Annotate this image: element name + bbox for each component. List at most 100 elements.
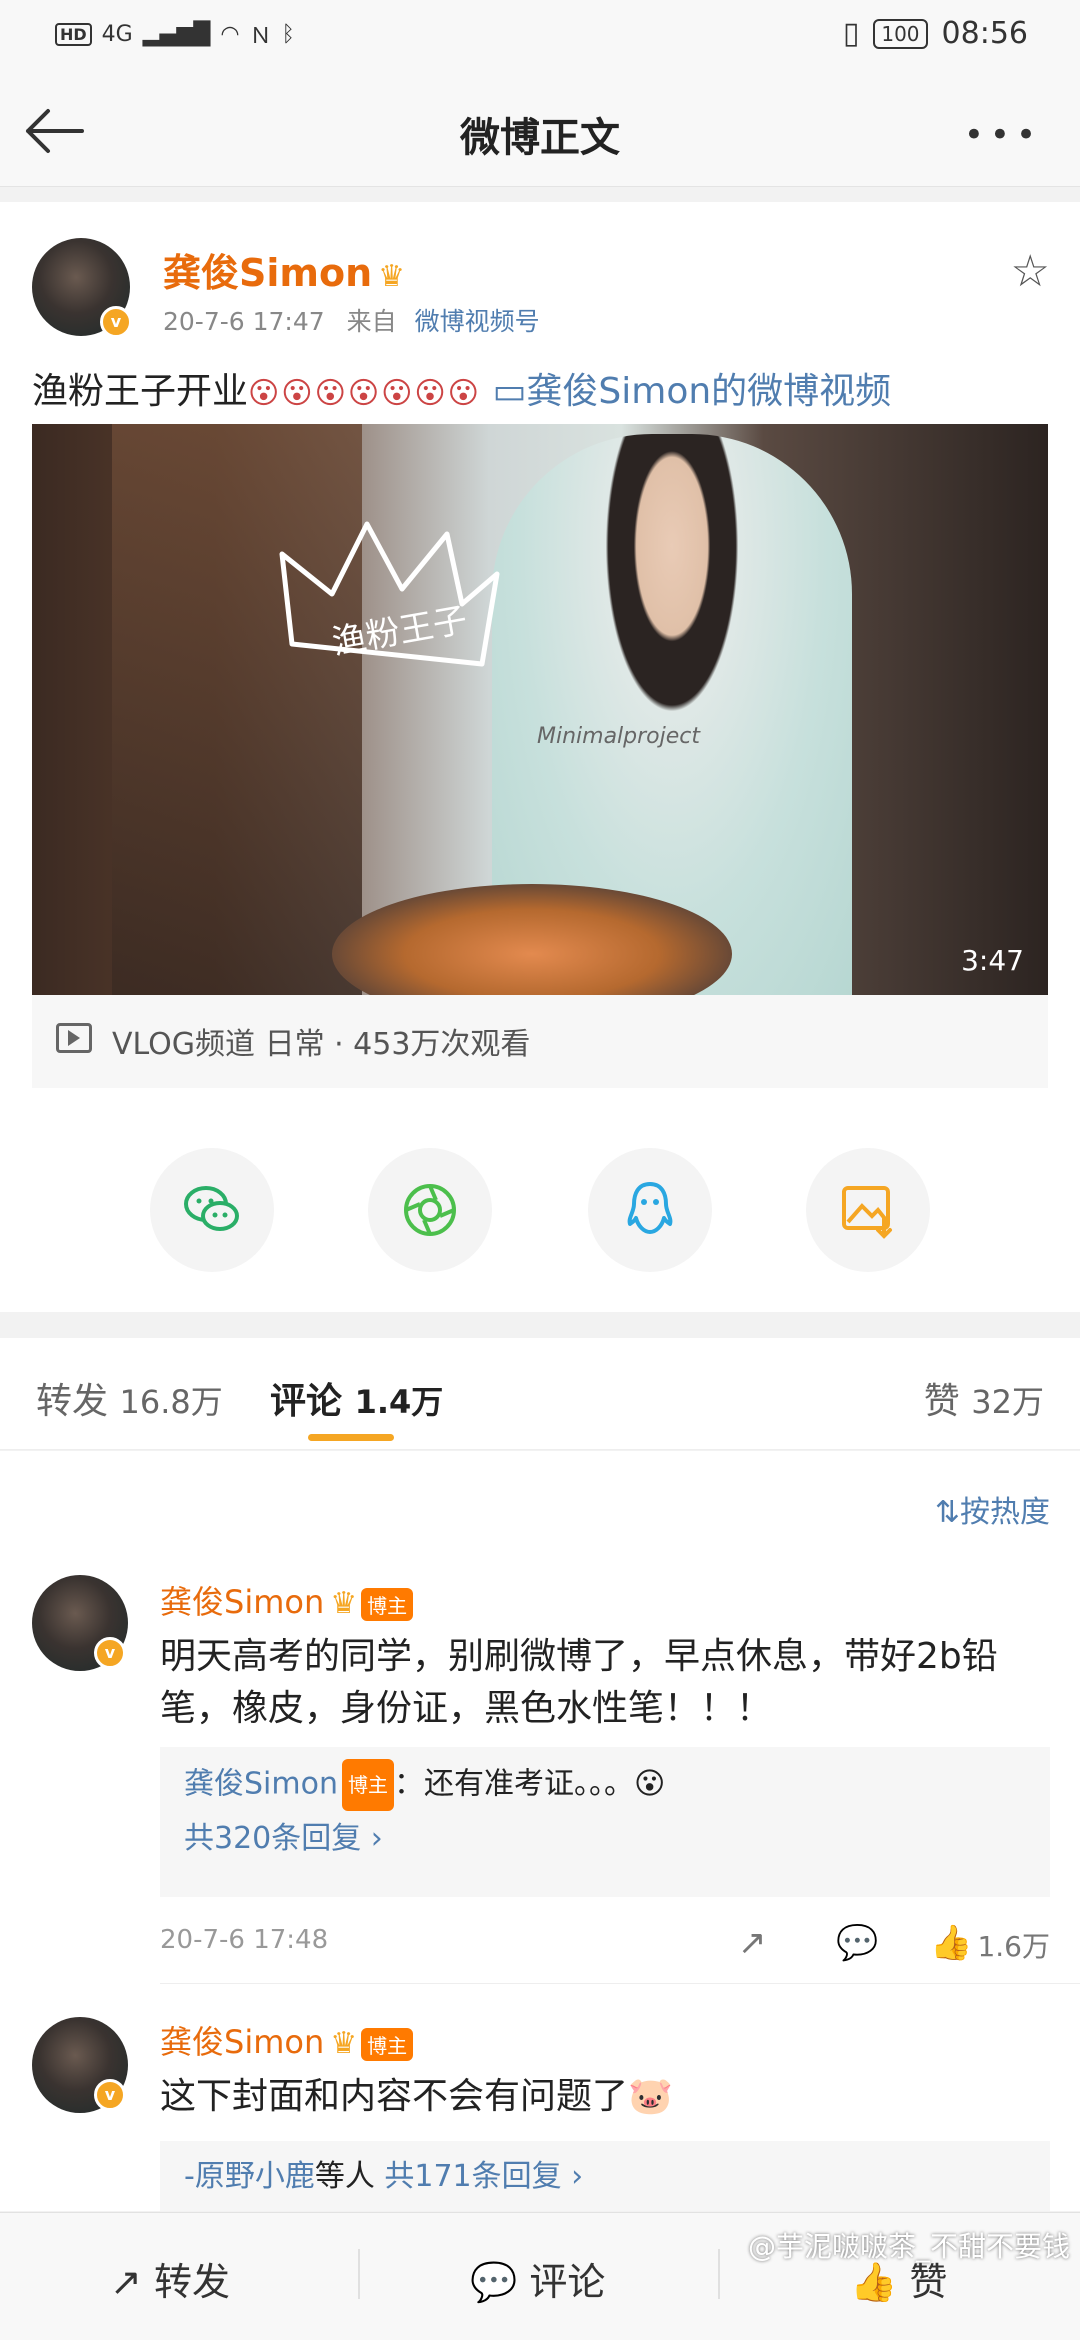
sort-by-hot-button[interactable]: ⇅按热度 (935, 1487, 1050, 1531)
tab-like-label: 赞 (923, 1381, 960, 1422)
comment-icon: 💬 (470, 2260, 518, 2304)
like-icon: 👍 (850, 2260, 898, 2304)
status-icons-right: ▯ 100 08:56 (843, 16, 1028, 51)
comment-author-name[interactable]: 龚俊Simon (160, 2023, 324, 2061)
favorite-star-icon[interactable]: ☆ (1011, 246, 1050, 297)
repost-comment-icon[interactable]: ↗ (738, 1923, 767, 1963)
crown-icon: ♛ (378, 259, 406, 294)
comment-like-count: 1.6万 (977, 1930, 1050, 1963)
video-info-text: VLOG频道 日常 · 453万次观看 (112, 1027, 531, 1062)
reply-box[interactable]: -原野小鹿等人 共171条回复 › (160, 2141, 1050, 2211)
bar-divider (718, 2249, 720, 2299)
comment-text: 明天高考的同学，别刷微博了，早点休息，带好2b铅笔，橡皮，身份证，黑色水性笔！！… (160, 1636, 998, 1729)
save-image-icon (842, 1186, 892, 1239)
vibrate-icon: ▯ (842, 16, 860, 51)
verified-badge-icon: v (94, 2079, 126, 2111)
tab-comment-label: 评论 (270, 1381, 343, 1422)
crown-doodle-icon: 渔粉王子 (279, 521, 500, 667)
network-4g-icon: 4G (101, 21, 133, 47)
reply-comment-icon[interactable]: 💬 (836, 1923, 878, 1963)
reply-text: ：还有准考证。。。😮 (393, 1766, 666, 1802)
reply-summary-name[interactable]: -原野小鹿 (184, 2159, 315, 2194)
comment-list: ⇅按热度 v 龚俊Simon ♛ 博主 明天高考的同学，别刷微博了，早点休息，带好2… (0, 1451, 1080, 2211)
reply-summary: -原野小鹿等人 共171条回复 › (184, 2153, 1026, 2201)
post-meta: 20-7-6 17:47 来自 微博视频号 (163, 302, 540, 338)
video-link[interactable]: ▭龚俊Simon的微博视频 (492, 371, 891, 412)
qq-icon (627, 1182, 673, 1234)
video-duration: 3:47 (961, 944, 1024, 977)
video-link-label[interactable]: 龚俊Simon的微博视频 (526, 371, 891, 412)
repost-icon: ↗ (110, 2260, 142, 2304)
emoji-row: 😮😮😮😮😮😮😮 (248, 376, 481, 411)
author-tag-badge: 博主 (361, 1587, 414, 1621)
tab-comment-count: 1.4万 (354, 1383, 444, 1421)
tab-repost-count: 16.8万 (119, 1383, 223, 1421)
video-info-bar[interactable]: VLOG频道 日常 · 453万次观看 (32, 995, 1048, 1088)
status-icons-left: HD 4G ▂▄▆█ ◠ Ｎ ᛒ (55, 18, 295, 50)
comment-time: 20-7-6 17:48 (160, 1925, 329, 1955)
author-tag-badge: 博主 (361, 2027, 414, 2061)
reply-summary-suffix: 等人 (314, 2159, 375, 2194)
comment-author-name[interactable]: 龚俊Simon (160, 1583, 324, 1621)
comment-button[interactable]: 💬 评论 (470, 2251, 605, 2306)
comment-author[interactable]: 龚俊Simon ♛ 博主 (160, 2017, 414, 2063)
share-moments-button[interactable] (368, 1148, 492, 1272)
wifi-icon: ◠ (220, 21, 240, 47)
comment-author[interactable]: 龚俊Simon ♛ 博主 (160, 1577, 414, 1623)
tab-like-count: 32万 (971, 1383, 1044, 1421)
video-player[interactable]: Minimalproject 渔粉王子 3:47 (32, 424, 1048, 995)
bluetooth-icon: ᛒ (281, 21, 295, 47)
post-body: 渔粉王子开业 (32, 371, 249, 412)
tab-repost[interactable]: 转发 16.8万 (36, 1372, 223, 1424)
reply-author[interactable]: 龚俊Simon (184, 1767, 338, 1802)
clock: 08:56 (941, 16, 1028, 51)
tab-comment[interactable]: 评论 1.4万 (270, 1372, 443, 1424)
play-icon (68, 1030, 80, 1046)
post-time: 20-7-6 17:47 (163, 307, 325, 336)
sort-icon: ⇅ (934, 1495, 960, 1530)
bar-divider (358, 2249, 360, 2299)
repost-button[interactable]: ↗ 转发 (110, 2251, 230, 2306)
post-source-link[interactable]: 微博视频号 (415, 307, 540, 336)
video-shirt-print: Minimalproject (537, 724, 701, 749)
post-author[interactable]: 龚俊Simon ♛ (163, 242, 405, 297)
crown-icon: ♛ (330, 1586, 358, 1621)
battery-icon: 100 (873, 18, 928, 49)
post-text: 渔粉王子开业😮😮😮😮😮😮😮 ▭龚俊Simon的微博视频 (32, 362, 891, 414)
nav-bar: 微博正文 ••• (0, 75, 1080, 187)
interaction-tabs: 转发 16.8万 评论 1.4万 赞 32万 (0, 1338, 1080, 1450)
comment-text: 这下封面和内容不会有问题了🐷 (160, 2076, 673, 2117)
more-options-icon[interactable]: ••• (964, 115, 1042, 155)
comment-label: 评论 (529, 2260, 606, 2304)
watermark: @芋泥啵啵茶_不甜不要钱 (747, 2230, 1070, 2263)
share-qq-button[interactable] (588, 1148, 712, 1272)
reply-author-tag: 博主 (341, 1759, 394, 1811)
hd-icon: HD (55, 22, 92, 46)
reply-count-link[interactable]: 共171条回复 › (384, 2159, 583, 2194)
reply-box[interactable]: 龚俊Simon 博主 ：还有准考证。。。😮 共320条回复 › (160, 1747, 1050, 1897)
status-bar: HD 4G ▂▄▆█ ◠ Ｎ ᛒ ▯ 100 08:56 (0, 0, 1080, 75)
comment-footer: 20-7-6 17:48 ↗ 💬 👍 1.6万 (160, 1911, 1050, 1971)
save-image-button[interactable] (806, 1148, 930, 1272)
share-row (0, 1148, 1080, 1272)
verified-badge-icon: v (94, 1637, 126, 1669)
post-source-prefix: 来自 (346, 307, 397, 336)
sort-label[interactable]: 按热度 (960, 1495, 1050, 1530)
post-card: v 龚俊Simon ♛ 20-7-6 17:47 来自 微博视频号 ☆ 渔粉王子开… (0, 202, 1080, 1312)
nfc-icon: Ｎ (249, 24, 272, 49)
signal-icon: ▂▄▆█ (142, 21, 211, 47)
post-author-name[interactable]: 龚俊Simon (163, 251, 372, 295)
share-wechat-button[interactable] (150, 1148, 274, 1272)
wechat-icon (184, 1186, 239, 1231)
page-title: 微博正文 (460, 115, 620, 161)
like-comment-icon[interactable]: 👍 (930, 1923, 972, 1963)
tab-like[interactable]: 赞 32万 (924, 1372, 1044, 1424)
active-tab-indicator (308, 1434, 394, 1441)
verified-badge-icon: v (100, 306, 132, 338)
repost-label: 转发 (153, 2260, 230, 2304)
moments-icon (404, 1184, 456, 1236)
like-label: 赞 (909, 2260, 948, 2304)
reply-count-link[interactable]: 共320条回复 › (184, 1811, 1026, 1867)
comment-divider (160, 1983, 1080, 1984)
reply-line: 龚俊Simon 博主 ：还有准考证。。。😮 (184, 1759, 1026, 1811)
